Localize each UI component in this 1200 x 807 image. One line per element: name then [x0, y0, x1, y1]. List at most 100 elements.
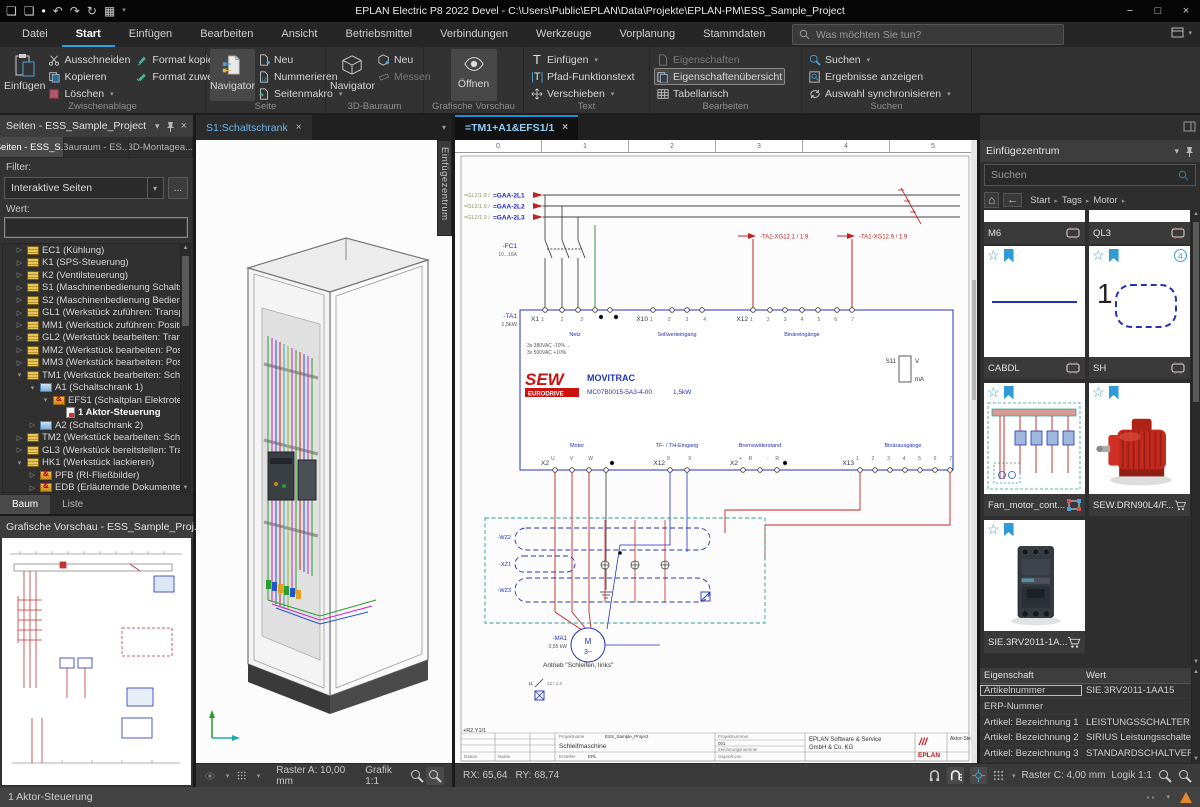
expand-arrow-icon[interactable]	[28, 384, 37, 392]
crosshair-icon[interactable]	[972, 769, 985, 782]
grid-caret-icon[interactable]: ▾	[257, 772, 261, 780]
expand-arrow-icon[interactable]	[28, 471, 37, 479]
close-project-icon[interactable]: ▦	[104, 0, 115, 22]
visibility-icon[interactable]	[204, 771, 216, 781]
copy-page-icon[interactable]: ❏	[24, 0, 35, 22]
text-insert-button[interactable]: T Einfügen▾	[528, 51, 638, 68]
insert-center-search[interactable]	[984, 164, 1196, 186]
ribbon-tab[interactable]: Werkzeuge	[522, 22, 605, 47]
favorite-star-icon[interactable]: ☆	[1092, 247, 1105, 264]
tree-item[interactable]: HK1 (Werkstück lackieren)	[3, 457, 190, 470]
redo-all-icon[interactable]: ↻	[87, 0, 97, 22]
grid-icon[interactable]	[237, 770, 246, 781]
ribbon-tab[interactable]: Vorplanung	[605, 22, 689, 47]
breadcrumb-item[interactable]: Motor	[1093, 195, 1129, 206]
panel-dropdown-icon[interactable]: ▾	[1174, 146, 1179, 157]
schematic-canvas[interactable]: 012345 =GL2/1.9 / =GL2/1.9 / =GL2/1.9 / …	[455, 140, 977, 763]
back-icon[interactable]: ←	[1003, 193, 1022, 207]
preview-open-button[interactable]: Öffnen	[451, 49, 497, 101]
filter-more-button[interactable]: ...	[168, 177, 188, 199]
expand-arrow-icon[interactable]	[15, 459, 24, 467]
ribbon-tab[interactable]: Datei	[8, 22, 62, 47]
expand-arrow-icon[interactable]	[41, 396, 50, 404]
grid-icon[interactable]	[993, 770, 1004, 781]
record-icon[interactable]: •	[42, 0, 46, 22]
move-button[interactable]: Verschieben▾	[528, 85, 638, 102]
pages-panel-tab[interactable]: Seiten - ESS_S...	[0, 137, 64, 157]
tab-list-caret-icon[interactable]: ▾	[442, 123, 446, 132]
card-sew-motor[interactable]: SEW.DRN90L4/F...	[1089, 494, 1190, 516]
tree-item[interactable]: 1 Aktor-Steuerung	[3, 407, 190, 420]
insert-center-side-tab[interactable]: Einfügezentrum	[437, 140, 452, 236]
qat-options-caret-icon[interactable]: ▾	[122, 0, 126, 22]
tree-item[interactable]: PFB (RI-Fließbilder)	[3, 469, 190, 482]
breadcrumb-item[interactable]: Tags	[1062, 195, 1094, 206]
tab-close-icon[interactable]: ×	[296, 122, 302, 133]
tell-me-input[interactable]	[816, 29, 1046, 41]
tree-item[interactable]: MM1 (Werkstück zuführen: Position...	[3, 319, 190, 332]
properties-scrollbar[interactable]: ▲ ▼	[1191, 668, 1200, 763]
tree-item[interactable]: TM1 (Werkstück bearbeiten: Schle...	[3, 369, 190, 382]
scroll-down-icon[interactable]: ▼	[1192, 756, 1200, 762]
schematic-vscrollbar[interactable]	[971, 140, 977, 763]
tree-item[interactable]: GL1 (Werkstück zuführen: Transpo...	[3, 307, 190, 320]
scroll-down-icon[interactable]: ▼	[1192, 659, 1200, 665]
tree-item[interactable]: A2 (Schaltschrank 2)	[3, 419, 190, 432]
card-fan-motor[interactable]: Fan_motor_cont...	[984, 494, 1085, 516]
expand-arrow-icon[interactable]	[15, 271, 24, 279]
property-row[interactable]: ERP-Nummer	[980, 699, 1192, 715]
expand-arrow-icon[interactable]	[15, 309, 24, 317]
tab-schematic-page[interactable]: =TM1+A1&EFS1/1×	[455, 115, 578, 140]
new-page-icon[interactable]: ❏	[6, 0, 17, 22]
expand-arrow-icon[interactable]	[15, 296, 24, 304]
property-row[interactable]: Artikel: Bezeichnung 3 STANDARDSCHALTVER…	[980, 746, 1192, 762]
favorite-star-icon[interactable]: ☆	[987, 521, 1000, 538]
card-m6[interactable]: M6	[984, 222, 1085, 244]
expand-arrow-icon[interactable]	[15, 334, 24, 342]
bookmark-icon[interactable]	[1109, 249, 1119, 263]
tab-3d-cabinet[interactable]: S1:Schaltschrank×	[196, 115, 312, 140]
minimize-button[interactable]: −	[1116, 0, 1144, 22]
favorite-star-icon[interactable]: ☆	[987, 247, 1000, 264]
expand-arrow-icon[interactable]	[15, 434, 24, 442]
viewport3d-canvas[interactable]	[196, 140, 452, 763]
ribbon-tab[interactable]: Start	[62, 22, 115, 47]
tree-item[interactable]: GL2 (Werkstück bearbeiten: Trans...	[3, 332, 190, 345]
property-row[interactable]: Artikelnummer SIE.3RV2011-1AA15	[980, 684, 1192, 700]
restore-button[interactable]: □	[1144, 0, 1172, 22]
expand-arrow-icon[interactable]	[15, 284, 24, 292]
card-thumb-sh[interactable]: ☆ 4 1	[1089, 246, 1190, 357]
value-input[interactable]	[4, 217, 188, 238]
card-thumb-sie-breaker[interactable]: ☆	[984, 520, 1085, 631]
ribbon-tab[interactable]: Stammdaten	[689, 22, 779, 47]
pin-icon[interactable]	[166, 121, 175, 132]
card-thumb-fan-motor[interactable]: ☆	[984, 383, 1085, 494]
expand-arrow-icon[interactable]	[15, 259, 24, 267]
home-icon[interactable]: ⌂	[984, 192, 999, 208]
scroll-up-icon[interactable]: ▲	[1192, 211, 1200, 217]
tree-item[interactable]: K2 (Ventilsteuerung)	[3, 269, 190, 282]
tree-scrollbar[interactable]: ▲ ▼	[180, 244, 190, 492]
panel-options-icon[interactable]	[1183, 120, 1196, 133]
properties-overview-button[interactable]: Eigenschaftenübersicht	[654, 68, 785, 85]
property-row[interactable]: Artikel: Bezeichnung 1 LEISTUNGSSCHALTER…	[980, 715, 1192, 731]
cards-scrollbar[interactable]: ▲ ▼	[1191, 210, 1200, 666]
tree-item[interactable]: GL3 (Werkstück bereitstellen: Tran...	[3, 444, 190, 457]
scroll-up-icon[interactable]: ▲	[181, 245, 190, 251]
pages-panel-tab[interactable]: 3D-Montagea...	[129, 137, 193, 157]
favorite-star-icon[interactable]: ☆	[1092, 384, 1105, 401]
pages-panel-tab[interactable]: Bauraum - ES...	[64, 137, 128, 157]
snap-icon[interactable]	[928, 769, 941, 782]
preview-panel-header[interactable]: Grafische Vorschau - ESS_Sample_Proj... …	[0, 516, 193, 538]
close-button[interactable]: ×	[1172, 0, 1200, 22]
paste-button[interactable]: Einfügen	[4, 49, 45, 101]
bookmark-icon[interactable]	[1004, 523, 1014, 537]
ribbon-tab[interactable]: Verbindungen	[426, 22, 522, 47]
insert-center-search-input[interactable]	[991, 169, 1171, 181]
warning-icon[interactable]	[1180, 792, 1192, 803]
path-function-text-button[interactable]: |T| Pfad-Funktionstext	[528, 68, 638, 85]
show-results-button[interactable]: Ergebnisse anzeigen	[806, 68, 954, 85]
expand-arrow-icon[interactable]	[28, 421, 37, 429]
preview-canvas[interactable]	[2, 538, 191, 785]
panel-dropdown-icon[interactable]: ▾	[155, 121, 160, 132]
